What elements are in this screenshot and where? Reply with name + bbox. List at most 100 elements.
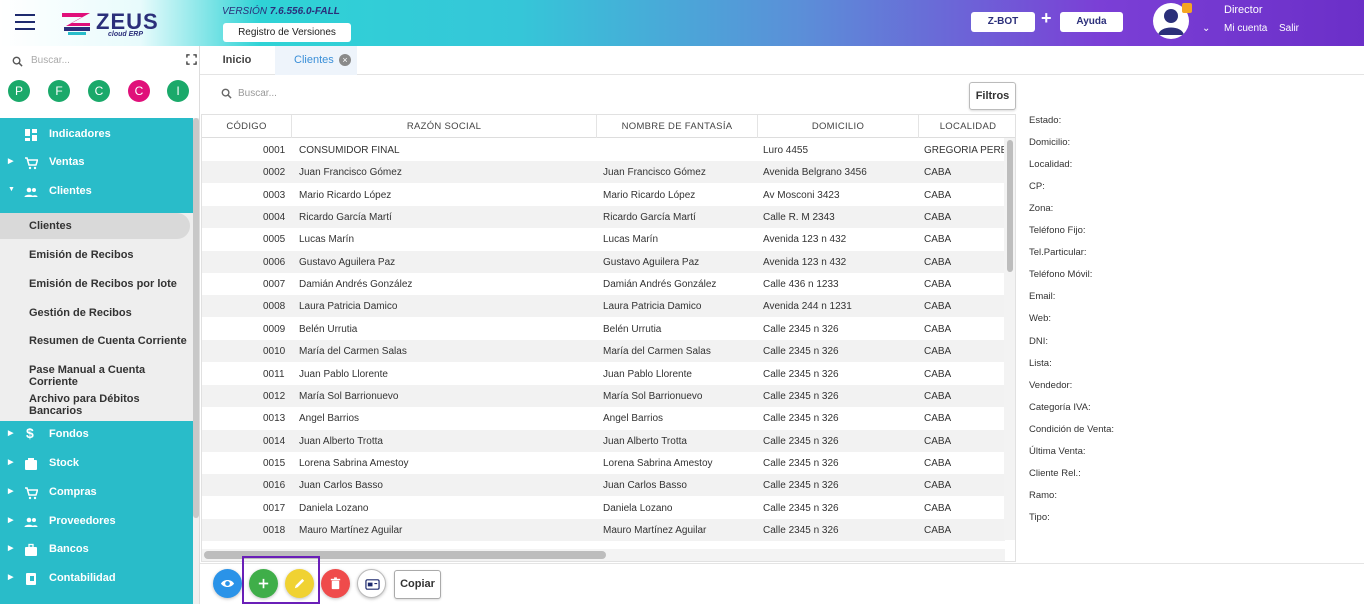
salir-link[interactable]: Salir — [1279, 23, 1299, 34]
cell-razon-social: Ricardo García Martí — [299, 212, 392, 224]
tab-inicio[interactable]: Inicio — [200, 46, 274, 75]
sidebar-search[interactable]: Buscar... — [12, 54, 197, 70]
cell-codigo: 0017 — [263, 502, 286, 514]
sidebar-item-indicadores[interactable]: Indicadores — [0, 123, 193, 147]
submenu-item-emision-recibos-lote[interactable]: Emisión de Recibos por lote — [0, 271, 193, 297]
copiar-button[interactable]: Copiar — [394, 570, 441, 599]
sidebar-item-fondos[interactable]: ▶ $ Fondos — [0, 423, 193, 447]
table-row[interactable]: 0006 Gustavo Aguilera Paz Gustavo Aguilera… — [202, 250, 1005, 273]
table-row[interactable]: 0008 Laura Patricia Damico Laura Patricia … — [202, 295, 1005, 318]
detail-label: Categoría IVA: — [1029, 401, 1091, 413]
mi-cuenta-link[interactable]: Mi cuenta — [1224, 23, 1267, 34]
submenu-item-archivo-debitos[interactable]: Archivo para Débitos Bancarios — [0, 386, 193, 417]
submenu-item-clientes[interactable]: Clientes — [0, 213, 190, 239]
table-row[interactable]: 0007 Damián Andrés González Damián Andrés … — [202, 273, 1005, 295]
sidebar-scrollbar-thumb[interactable] — [193, 118, 199, 518]
table-vertical-scrollbar[interactable] — [1004, 138, 1015, 540]
account-card-button[interactable] — [357, 569, 386, 598]
submenu-item-gestion-recibos[interactable]: Gestión de Recibos — [0, 300, 193, 326]
table-row[interactable]: 0009 Belén Urrutia Belén Urrutia Calle 2345… — [202, 318, 1005, 340]
tab-clientes[interactable]: Clientes × — [275, 46, 357, 75]
delete-button[interactable] — [321, 569, 350, 598]
pencil-icon — [294, 578, 305, 589]
table-row[interactable]: 0018 Mauro Martínez Aguilar Mauro Martínez… — [202, 518, 1005, 541]
sidebar-item-contabilidad[interactable]: ▶ Contabilidad — [0, 567, 193, 591]
submenu-item-emision-recibos[interactable]: Emisión de Recibos — [0, 242, 193, 268]
cell-razon-social: María Sol Barrionuevo — [299, 390, 399, 402]
column-header-localidad[interactable]: LOCALIDAD — [919, 115, 1015, 138]
table-row[interactable]: 0011 Juan Pablo Llorente Juan Pablo Lloren… — [202, 363, 1005, 385]
cell-nombre-fantasia: Damián Andrés González — [603, 279, 717, 291]
column-header-nombre-fantasia[interactable]: NOMBRE DE FANTASÍA — [597, 115, 758, 138]
table-row[interactable]: 0015 Lorena Sabrina Amestoy Lorena Sabrina… — [202, 452, 1005, 474]
view-button[interactable] — [213, 569, 242, 598]
table-row[interactable]: 0016 Juan Carlos Basso Juan Carlos Basso Ca… — [202, 474, 1005, 497]
zeus-logo[interactable]: ZEUS cloud ERP — [60, 9, 160, 39]
table-row[interactable]: 0001 CONSUMIDOR FINAL Luro 4455 GREGORIA PE… — [202, 139, 1005, 161]
table-row[interactable]: 0002 Juan Francisco Gómez Juan Francisco G… — [202, 161, 1005, 184]
top-header: ZEUS cloud ERP VERSIÓN 7.6.556.0-FALL Re… — [0, 0, 1364, 46]
registro-versiones-button[interactable]: Registro de Versiones — [223, 23, 351, 42]
cell-codigo: 0004 — [263, 212, 286, 224]
table-row[interactable]: 0003 Mario Ricardo López Mario Ricardo Lóp… — [202, 184, 1005, 206]
quick-f-button[interactable]: F — [48, 80, 70, 102]
caret-down-icon: ▼ — [8, 186, 15, 193]
sidebar-item-stock[interactable]: ▶ Stock — [0, 452, 193, 476]
submenu-item-pase-manual[interactable]: Pase Manual a Cuenta Corriente — [0, 357, 193, 388]
cell-codigo: 0015 — [263, 457, 286, 469]
hamburger-menu-icon[interactable] — [15, 14, 35, 30]
table-row[interactable]: 0004 Ricardo García Martí Ricardo García M… — [202, 206, 1005, 229]
cell-nombre-fantasia: Juan Francisco Gómez — [603, 167, 706, 179]
table-row[interactable]: 0012 María Sol Barrionuevo María Sol Barri… — [202, 384, 1005, 407]
cell-razon-social: Damián Andrés González — [299, 279, 413, 291]
zbot-button[interactable]: Z-BOT — [971, 12, 1035, 32]
sidebar-item-proveedores[interactable]: ▶ Proveedores — [0, 510, 193, 534]
quick-p-button[interactable]: P — [8, 80, 30, 102]
close-icon[interactable]: × — [339, 54, 351, 66]
table-row[interactable]: 0017 Daniela Lozano Daniela Lozano Calle 23… — [202, 497, 1005, 519]
sidebar-scrollbar[interactable] — [193, 118, 199, 604]
column-header-razon-social[interactable]: RAZÓN SOCIAL — [292, 115, 597, 138]
quick-i-button[interactable]: I — [167, 80, 189, 102]
table-row[interactable]: 0014 Juan Alberto Trotta Juan Alberto Trot… — [202, 429, 1005, 452]
menu-clientes-submenu: Clientes Emisión de Recibos Emisión de R… — [0, 213, 193, 421]
cell-domicilio: Avenida 123 n 432 — [763, 234, 847, 246]
filtros-button[interactable]: Filtros — [969, 82, 1016, 110]
cell-localidad: CABA — [924, 323, 952, 335]
add-button[interactable] — [249, 569, 278, 598]
cell-localidad: CABA — [924, 189, 952, 201]
cell-codigo: 0014 — [263, 435, 286, 447]
fullscreen-icon[interactable] — [186, 54, 197, 65]
edit-button[interactable] — [285, 569, 314, 598]
column-header-codigo[interactable]: CÓDIGO — [202, 115, 292, 138]
table-search-input[interactable]: Buscar... — [238, 88, 277, 99]
ayuda-button[interactable]: Ayuda — [1060, 12, 1123, 32]
sidebar-item-compras[interactable]: ▶ Compras — [0, 481, 193, 505]
cart-icon — [25, 157, 38, 170]
sidebar-item-clientes[interactable]: ▼ Clientes — [0, 180, 193, 204]
cell-codigo: 0010 — [263, 346, 286, 358]
table-row[interactable]: 0005 Lucas Marín Lucas Marín Avenida 123 n … — [202, 228, 1005, 250]
sidebar: Buscar... P F C C I Indicadores ▶ Ventas… — [0, 46, 200, 604]
cell-codigo: 0011 — [263, 368, 285, 380]
clientes-table: CÓDIGO RAZÓN SOCIAL NOMBRE DE FANTASÍA D… — [201, 114, 1016, 562]
cell-domicilio: Calle 2345 n 326 — [763, 413, 839, 425]
submenu-item-resumen-cuenta[interactable]: Resumen de Cuenta Corriente — [0, 328, 193, 354]
submenu-item-label: Emisión de Recibos por lote — [29, 278, 177, 290]
cell-razon-social: Juan Alberto Trotta — [299, 435, 383, 447]
column-header-domicilio[interactable]: DOMICILIO — [758, 115, 919, 138]
cell-razon-social: Laura Patricia Damico — [299, 301, 398, 313]
sidebar-search-input[interactable]: Buscar... — [31, 55, 70, 66]
table-vertical-scrollbar-thumb[interactable] — [1007, 140, 1013, 272]
table-row[interactable]: 0010 María del Carmen Salas María del Carm… — [202, 340, 1005, 363]
sidebar-item-ventas[interactable]: ▶ Ventas — [0, 151, 193, 175]
sidebar-item-bancos[interactable]: ▶ Bancos — [0, 538, 193, 562]
table-horizontal-scrollbar[interactable] — [202, 549, 1005, 561]
quick-c2-button[interactable]: C — [128, 80, 150, 102]
chevron-down-icon[interactable]: ⌄ — [1202, 23, 1210, 34]
quick-c-button[interactable]: C — [88, 80, 110, 102]
sidebar-item-label: Clientes — [49, 185, 92, 197]
table-row[interactable]: 0013 Angel Barrios Angel Barrios Calle 2345… — [202, 407, 1005, 429]
caret-right-icon: ▶ — [8, 574, 14, 581]
version-number: 7.6.556.0-FALL — [269, 6, 340, 17]
